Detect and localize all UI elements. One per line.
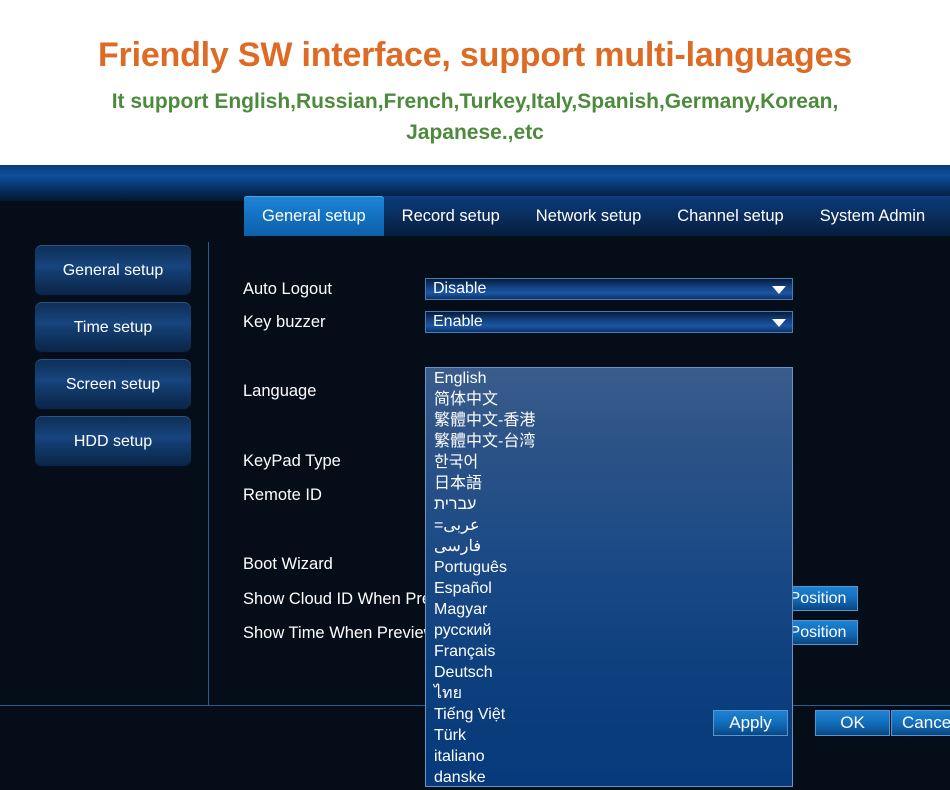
language-option[interactable]: русский (426, 620, 792, 641)
promo-banner: Friendly SW interface, support multi-lan… (0, 0, 950, 165)
language-option[interactable]: Deutsch (426, 662, 792, 683)
cancel-button[interactable]: Cancel (891, 710, 950, 736)
label-auto-logout: Auto Logout (243, 280, 332, 298)
language-option[interactable]: 한국어 (426, 452, 792, 473)
language-option[interactable]: italiano (426, 746, 792, 767)
select-auto-logout[interactable]: Disable (425, 278, 793, 300)
language-option[interactable]: English (426, 368, 792, 389)
language-option[interactable]: Français (426, 641, 792, 662)
language-option[interactable]: danske (426, 767, 792, 786)
chevron-down-icon[interactable] (772, 319, 786, 327)
chevron-down-icon[interactable] (772, 286, 786, 294)
language-option[interactable]: Magyar (426, 599, 792, 620)
banner-subtitle-line-2: Japanese.,etc (406, 121, 544, 144)
label-key-buzzer: Key buzzer (243, 313, 326, 331)
dialog-button-bar: Apply OK Cancel (0, 710, 950, 738)
select-value: Disable (433, 280, 487, 297)
language-option[interactable]: ไทย (426, 683, 792, 704)
language-option[interactable]: עברית (426, 494, 792, 515)
banner-subtitle-line-1: It support English,Russian,French,Turkey… (111, 90, 839, 113)
banner-title: Friendly SW interface, support multi-lan… (97, 36, 852, 74)
select-value: Enable (433, 313, 483, 330)
language-option[interactable]: Português (426, 557, 792, 578)
language-option[interactable]: 日本語 (426, 473, 792, 494)
language-option[interactable]: 简体中文 (426, 389, 792, 410)
language-option[interactable]: Español (426, 578, 792, 599)
label-keypad-type: KeyPad Type (243, 452, 341, 470)
select-key-buzzer[interactable]: Enable (425, 311, 793, 333)
ok-button[interactable]: OK (815, 710, 890, 736)
language-option[interactable]: 繁體中文-香港 (426, 410, 792, 431)
label-language: Language (243, 382, 317, 400)
language-option[interactable]: 繁體中文-台湾 (426, 431, 792, 452)
dvr-settings-window: General setup Record setup Network setup Ch… (0, 165, 950, 790)
banner-subtitle: It support English,Russian,French,Turkey… (0, 86, 950, 148)
label-boot-wizard: Boot Wizard (243, 555, 333, 573)
apply-button[interactable]: Apply (713, 710, 788, 736)
label-show-time-when-preview: Show Time When Preview (243, 624, 436, 642)
label-remote-id: Remote ID (243, 486, 322, 504)
language-option[interactable]: فارسى (426, 536, 792, 557)
language-option[interactable]: عربى= (426, 515, 792, 536)
